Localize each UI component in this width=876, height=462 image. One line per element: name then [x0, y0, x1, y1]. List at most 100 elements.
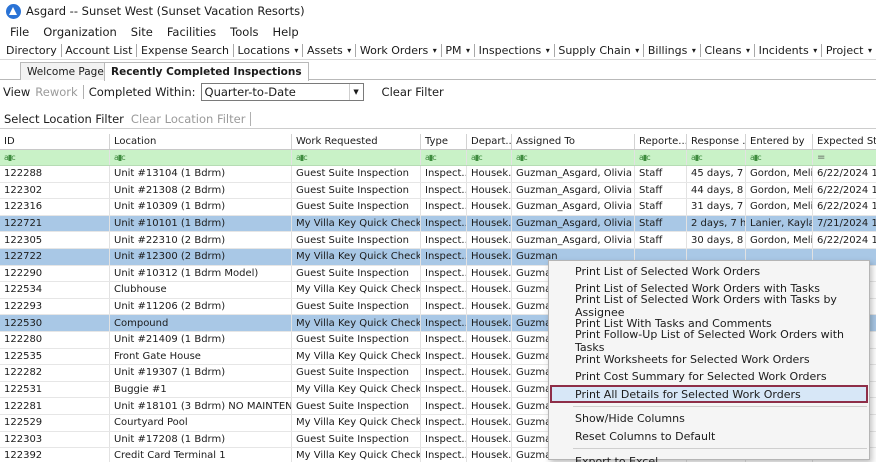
table-row[interactable]: 122302 Unit #21308 (2 Bdrm) Guest Suite In… [0, 182, 876, 200]
table-cell: Housek... [467, 182, 512, 199]
table-cell: 45 days, 7 ... [687, 166, 746, 182]
table-cell: Guest Suite Inspection [292, 431, 421, 448]
column-header[interactable]: Type [421, 134, 467, 149]
column-header[interactable]: Response ... [687, 134, 746, 149]
column-header[interactable]: Work Requested [292, 134, 421, 149]
table-cell: Inspect... [421, 348, 467, 365]
table-cell: My Villa Key Quick Check [292, 282, 421, 298]
table-cell: Unit #21409 (1 Bdrm) [110, 331, 292, 348]
column-filter-cell[interactable]: a▮c [467, 150, 512, 165]
column-header[interactable]: Location [110, 134, 292, 149]
contains-filter-icon[interactable]: a▮c [750, 153, 762, 162]
context-menu-item[interactable]: Print Cost Summary for Selected Work Ord… [550, 368, 868, 386]
column-filter-cell[interactable]: a▮c [746, 150, 813, 165]
table-cell: 2 days, 7 h... [687, 215, 746, 232]
table-cell: Clubhouse [110, 282, 292, 298]
table-cell: Gordon, Meli... [746, 199, 813, 215]
column-filter-cell[interactable]: a▮c [292, 150, 421, 165]
menu-organization[interactable]: Organization [43, 25, 117, 39]
table-cell: Housek... [467, 248, 512, 265]
table-row[interactable]: 122305 Unit #22310 (2 Bdrm) Guest Suite In… [0, 232, 876, 249]
nav-incidents[interactable]: Incidents ▾ [755, 44, 822, 57]
nav-assets[interactable]: Assets ▾ [303, 44, 355, 57]
context-menu-item[interactable]: Print Worksheets for Selected Work Order… [550, 350, 868, 368]
app-logo-icon [6, 3, 21, 19]
nav-account-list[interactable]: Account List [61, 44, 136, 57]
menu-site[interactable]: Site [131, 25, 153, 39]
column-filter-cell[interactable]: = [813, 150, 876, 165]
menu-file[interactable]: File [10, 25, 29, 39]
nav-work-orders[interactable]: Work Orders ▾ [356, 44, 441, 57]
table-row[interactable]: 122316 Unit #10309 (1 Bdrm) Guest Suite In… [0, 199, 876, 216]
tab-welcome-page[interactable]: Welcome Page [20, 62, 111, 80]
table-cell: Guzman_Asgard, Olivia [512, 215, 635, 232]
completed-within-select[interactable]: Quarter-to-Date ▼ [200, 82, 364, 101]
column-filter-cell[interactable]: a▮c [687, 150, 746, 165]
table-cell: My Villa Key Quick Check [292, 215, 421, 232]
contains-filter-icon[interactable]: a▮c [114, 153, 126, 162]
context-menu-item[interactable]: Export to Excel [550, 452, 868, 462]
nav-directory[interactable]: Directory [2, 44, 61, 57]
column-filter-cell[interactable]: a▮c [635, 150, 687, 165]
tab-recently-completed-inspections[interactable]: Recently Completed Inspections [104, 62, 309, 81]
column-filter-cell[interactable]: a▮c [0, 150, 110, 165]
contains-filter-icon[interactable]: a▮c [691, 153, 703, 162]
equals-operator-icon[interactable]: = [817, 152, 825, 163]
table-cell: 122535 [0, 348, 110, 365]
menu-tools[interactable]: Tools [230, 25, 258, 39]
nav-pm[interactable]: PM ▾ [441, 44, 474, 57]
nav-label: Assets [306, 43, 343, 57]
nav-billings[interactable]: Billings ▾ [644, 44, 700, 57]
menu-facilities[interactable]: Facilities [167, 25, 216, 39]
contains-filter-icon[interactable]: a▮c [4, 153, 16, 162]
table-row[interactable]: 122721 Unit #10101 (1 Bdrm) My Villa Key Q… [0, 215, 876, 233]
context-menu-item[interactable]: Print List of Selected Work Orders with … [550, 293, 868, 319]
contains-filter-icon[interactable]: a▮c [296, 153, 308, 162]
column-header[interactable]: Assigned To [512, 134, 635, 149]
column-filter-cell[interactable]: a▮c [512, 150, 635, 165]
column-header[interactable]: Reporte... [635, 134, 687, 149]
context-menu-item[interactable]: Print Follow-Up List of Selected Work Or… [550, 328, 868, 354]
clear-filter-button[interactable]: Clear Filter [382, 85, 444, 99]
table-cell: 30 days, 8 ... [687, 232, 746, 248]
nav-inspections[interactable]: Inspections ▾ [475, 44, 554, 57]
tab-label: Recently Completed Inspections [111, 66, 302, 78]
context-menu-item[interactable]: Show/Hide Columns [550, 410, 868, 428]
table-cell: 6/22/2024 12 [813, 166, 876, 182]
contains-filter-icon[interactable]: a▮c [639, 153, 651, 162]
column-header[interactable]: Expected Star [813, 134, 876, 149]
column-filter-cell[interactable]: a▮c [110, 150, 292, 165]
contains-filter-icon[interactable]: a▮c [425, 153, 437, 162]
table-cell: Guest Suite Inspection [292, 265, 421, 282]
table-cell: Unit #22310 (2 Bdrm) [110, 232, 292, 248]
table-cell: 122392 [0, 448, 110, 462]
context-menu-item[interactable]: Reset Columns to Default [550, 427, 868, 445]
context-menu-item[interactable]: Print All Details for Selected Work Orde… [550, 385, 868, 404]
chevron-down-icon[interactable]: ▼ [348, 83, 363, 100]
table-row[interactable]: 122288 Unit #13104 (1 Bdrm) Guest Suite In… [0, 166, 876, 183]
chevron-down-icon: ▾ [865, 45, 873, 55]
grid-header-row: ID Location Work Requested Type Depart... Ass… [0, 134, 876, 150]
nav-supply-chain[interactable]: Supply Chain ▾ [554, 44, 643, 57]
nav-locations[interactable]: Locations ▾ [234, 44, 303, 57]
context-menu-item[interactable]: Print List of Selected Work Orders [550, 262, 868, 280]
rework-button[interactable]: Rework [35, 85, 77, 99]
contains-filter-icon[interactable]: a▮c [516, 153, 528, 162]
column-header[interactable]: Depart... [467, 134, 512, 149]
table-cell: Inspect... [421, 365, 467, 381]
table-cell: 6/22/2024 12 [813, 199, 876, 215]
column-header[interactable]: Entered by [746, 134, 813, 149]
nav-expense-search[interactable]: Expense Search [137, 44, 233, 57]
menu-help[interactable]: Help [273, 25, 299, 39]
grid-filter-row: a▮c a▮c a▮c a▮c a▮c a▮c a▮c a▮c a▮c = [0, 150, 876, 166]
table-cell: Gordon, Meli... [746, 232, 813, 248]
select-location-filter-button[interactable]: Select Location Filter [4, 112, 124, 126]
nav-cleans[interactable]: Cleans ▾ [701, 44, 755, 57]
view-button[interactable]: View [3, 85, 30, 99]
column-header[interactable]: ID [0, 134, 110, 149]
nav-project[interactable]: Project ▾ [822, 44, 876, 57]
column-filter-cell[interactable]: a▮c [421, 150, 467, 165]
clear-location-filter-button[interactable]: Clear Location Filter [131, 112, 246, 126]
contains-filter-icon[interactable]: a▮c [471, 153, 483, 162]
table-cell: Staff [635, 166, 687, 182]
